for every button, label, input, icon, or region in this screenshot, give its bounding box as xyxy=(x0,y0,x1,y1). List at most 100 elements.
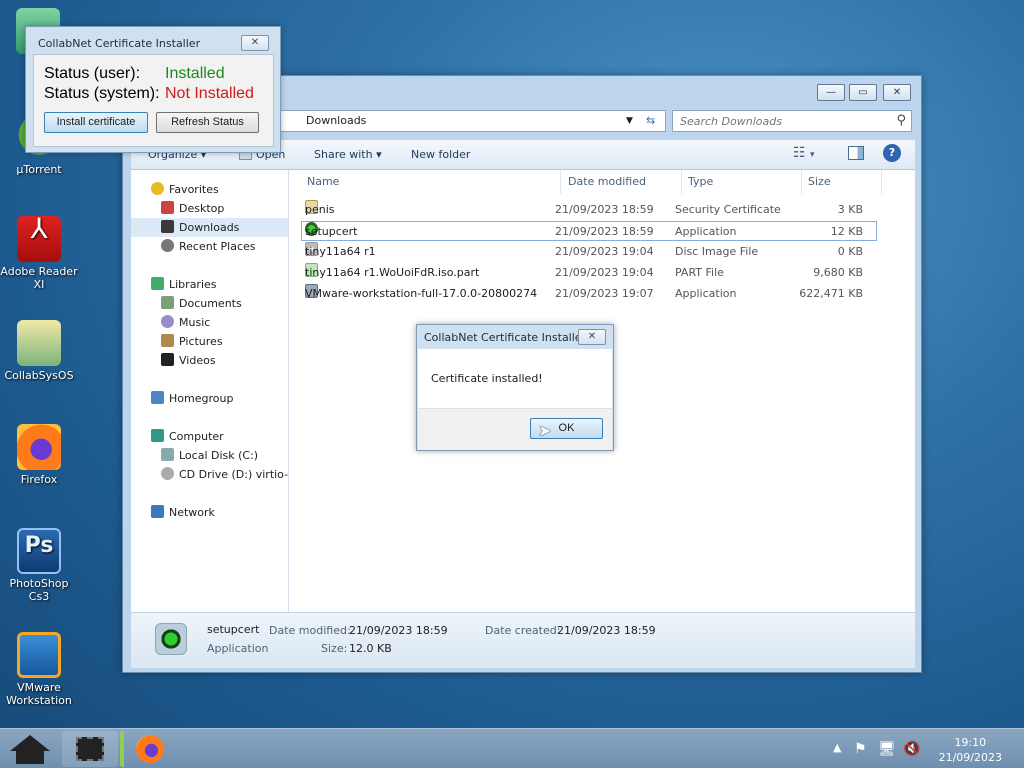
file-type: Application xyxy=(675,225,737,238)
installer-close-button[interactable]: ✕ xyxy=(241,35,269,51)
music-icon xyxy=(161,315,174,328)
network-tray-icon[interactable]: 🖥 xyxy=(878,741,896,757)
nav-downloads[interactable]: Downloads xyxy=(131,218,288,237)
desktop-icon-label: PhotoShop Cs3 xyxy=(9,577,69,603)
certificate-installer-window: CollabNet Certificate Installer ✕ Status… xyxy=(25,26,281,153)
desktop-icon-collabsysos[interactable]: CollabSysOS xyxy=(0,320,79,382)
desktop-icon-label: Adobe Reader XI xyxy=(0,265,78,291)
hard-drive-icon xyxy=(161,448,174,461)
documents-icon xyxy=(161,296,174,309)
desktop-icon xyxy=(161,201,174,214)
nav-label: Favorites xyxy=(169,183,219,196)
nav-label: Pictures xyxy=(179,335,223,348)
dropdown-icon[interactable]: ▼ xyxy=(626,116,633,126)
file-type: PART File xyxy=(675,266,724,279)
nav-computer[interactable]: Computer xyxy=(151,427,224,446)
status-system-value: Not Installed xyxy=(165,85,254,102)
nav-local-disk[interactable]: Local Disk (C:) xyxy=(161,446,258,465)
search-input[interactable] xyxy=(680,115,880,128)
clock[interactable]: 19:10 21/09/2023 xyxy=(939,735,1002,765)
file-type: Application xyxy=(675,287,737,300)
desktop-icon-vmware[interactable]: VMware Workstation xyxy=(0,632,79,707)
nav-documents[interactable]: Documents xyxy=(161,294,242,313)
desktop-icon-adobe-reader[interactable]: Adobe Reader XI xyxy=(0,216,79,291)
flag-icon[interactable]: ⚑ xyxy=(854,741,867,757)
install-certificate-button[interactable]: Install certificate xyxy=(44,112,148,133)
details-date-created-label: Date created: xyxy=(485,624,561,637)
start-button[interactable] xyxy=(2,731,58,767)
installer-title: CollabNet Certificate Installer xyxy=(38,37,201,50)
details-date-modified-label: Date modified: xyxy=(269,624,351,637)
share-with-button[interactable]: Share with ▾ xyxy=(314,148,382,161)
nav-videos[interactable]: Videos xyxy=(161,351,216,370)
nav-label: Videos xyxy=(179,354,216,367)
nav-label: Recent Places xyxy=(179,240,256,253)
show-hidden-icons-icon[interactable]: ▲ xyxy=(833,741,841,754)
nav-desktop[interactable]: Desktop xyxy=(161,199,224,218)
dialog-footer: OK xyxy=(418,408,612,450)
column-type[interactable]: Type xyxy=(682,170,802,194)
photoshop-icon xyxy=(17,528,61,574)
computer-icon xyxy=(151,429,164,442)
table-row[interactable]: penis 21/09/2023 18:59 Security Certific… xyxy=(301,200,877,220)
table-row[interactable]: setupcert 21/09/2023 18:59 Application 1… xyxy=(301,221,877,241)
firefox-icon xyxy=(136,735,164,763)
library-icon xyxy=(151,277,164,290)
refresh-icon[interactable]: ⇆ xyxy=(646,114,655,127)
nav-label: CD Drive (D:) virtio-w xyxy=(179,468,289,481)
nav-label: Homegroup xyxy=(169,392,234,405)
desktop-icon-label: µTorrent xyxy=(16,163,62,176)
dialog-title: CollabNet Certificate Installer xyxy=(424,331,587,344)
nav-network[interactable]: Network xyxy=(151,503,215,522)
file-size: 9,680 KB xyxy=(813,266,863,279)
search-box[interactable]: ⚲ xyxy=(672,110,912,132)
adobe-reader-icon xyxy=(17,216,61,262)
file-type: Security Certificate xyxy=(675,203,781,216)
videos-icon xyxy=(161,353,174,366)
dialog-message: Certificate installed! xyxy=(431,372,543,385)
minimize-button[interactable]: — xyxy=(817,84,845,101)
nav-music[interactable]: Music xyxy=(161,313,210,332)
nav-favorites[interactable]: Favorites xyxy=(151,180,219,199)
table-row[interactable]: VMware-workstation-full-17.0.0-20800274 … xyxy=(301,284,877,304)
taskbar-explorer-button[interactable] xyxy=(62,731,118,767)
column-name[interactable]: Name xyxy=(301,170,561,194)
desktop-icon-label: CollabSysOS xyxy=(4,369,74,382)
new-folder-button[interactable]: New folder xyxy=(411,148,470,161)
volume-muted-icon[interactable]: 🔇 xyxy=(903,741,920,757)
dialog-close-button[interactable]: ✕ xyxy=(578,329,606,345)
clock-date: 21/09/2023 xyxy=(938,751,1002,764)
column-size[interactable]: Size xyxy=(802,170,882,194)
refresh-status-button[interactable]: Refresh Status xyxy=(156,112,259,133)
details-file-icon xyxy=(155,623,187,655)
column-date-modified[interactable]: Date modified xyxy=(562,170,682,194)
preview-pane-icon[interactable] xyxy=(848,146,864,160)
nav-label: Local Disk (C:) xyxy=(179,449,259,462)
table-row[interactable]: tiny11a64 r1 21/09/2023 19:04 Disc Image… xyxy=(301,242,877,262)
search-icon[interactable]: ⚲ xyxy=(896,113,906,128)
maximize-button[interactable]: ▭ xyxy=(849,84,877,101)
nav-libraries[interactable]: Libraries xyxy=(151,275,217,294)
table-row[interactable]: tiny11a64 r1.WoUoiFdR.iso.part 21/09/202… xyxy=(301,263,877,283)
close-button[interactable]: ✕ xyxy=(883,84,911,101)
help-icon[interactable]: ? xyxy=(883,144,901,162)
dialog-body: Certificate installed! xyxy=(418,349,612,408)
nav-label: Downloads xyxy=(179,221,240,234)
nav-recent-places[interactable]: Recent Places xyxy=(161,237,256,256)
file-date: 21/09/2023 19:04 xyxy=(555,266,654,279)
nav-cd-drive[interactable]: CD Drive (D:) virtio-w xyxy=(161,465,289,484)
nav-pictures[interactable]: Pictures xyxy=(161,332,223,351)
details-size-label: Size: xyxy=(321,642,348,655)
desktop-icon-firefox[interactable]: Firefox xyxy=(0,424,79,486)
clock-time: 19:10 xyxy=(954,736,987,749)
address-bar[interactable]: ▸ Downloads ▼ ⇆ xyxy=(273,110,666,132)
file-type: Disc Image File xyxy=(675,245,759,258)
nav-homegroup[interactable]: Homegroup xyxy=(151,389,233,408)
taskbar-firefox-button[interactable] xyxy=(120,731,176,767)
certificate-installed-dialog: CollabNet Certificate Installer ✕ Certif… xyxy=(416,324,614,451)
star-icon xyxy=(151,182,164,195)
view-options-icon[interactable]: ☷ ▾ xyxy=(793,145,815,161)
desktop-icon-photoshop[interactable]: PhotoShop Cs3 xyxy=(0,528,79,603)
taskbar: ▲ ⚑ 🖥 🔇 19:10 21/09/2023 xyxy=(0,728,1024,768)
homegroup-icon xyxy=(151,391,164,404)
